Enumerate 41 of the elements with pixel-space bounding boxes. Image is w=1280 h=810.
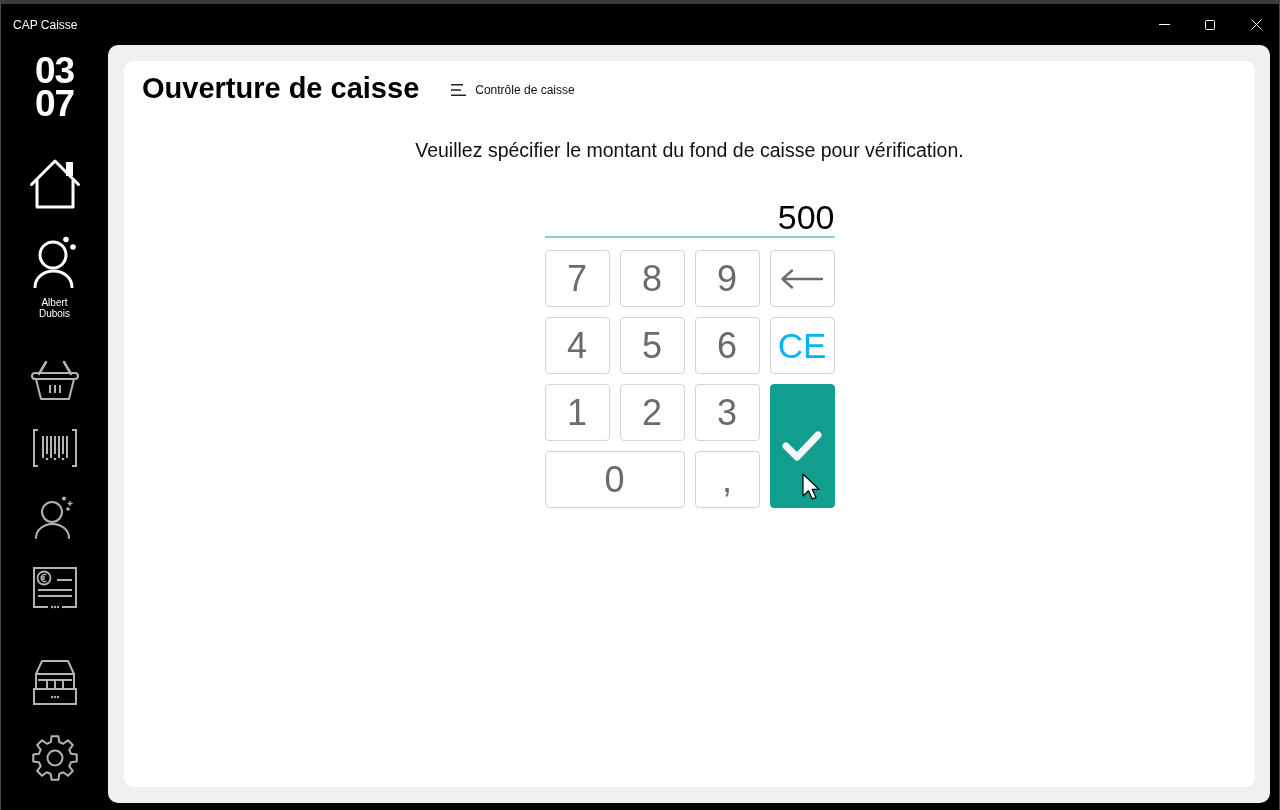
settings-icon [30, 734, 79, 782]
basket-button[interactable] [29, 359, 80, 401]
amount-field[interactable]: 500 [544, 198, 835, 238]
euro-document-icon [31, 566, 78, 610]
minimize-icon [1158, 24, 1170, 25]
digit-key[interactable]: 8 [619, 250, 685, 307]
clock-hours: 03 [34, 54, 75, 87]
maximize-icon [1205, 19, 1215, 30]
digit-key[interactable]: 2 [619, 384, 685, 441]
basket-icon [29, 359, 80, 401]
check-icon [782, 431, 822, 461]
house-icon [28, 157, 81, 209]
close-icon [1250, 19, 1262, 30]
statement-button[interactable] [31, 566, 78, 610]
digit-key[interactable]: 9 [694, 250, 760, 307]
window-title: CAP Caisse [13, 17, 78, 32]
user-button[interactable]: Albert Dubois [31, 236, 78, 319]
digit-key[interactable]: , [694, 451, 760, 508]
digit-key[interactable]: 3 [694, 384, 760, 441]
backspace-key[interactable] [769, 250, 835, 307]
clock-minutes: 07 [34, 87, 75, 120]
cash-drawer-button[interactable] [31, 659, 78, 707]
digit-key[interactable]: 5 [619, 317, 685, 374]
barcode-icon [30, 428, 79, 468]
menu-link[interactable]: Contrôle de caisse [451, 80, 575, 97]
cash-drawer-icon [31, 659, 78, 707]
backspace-arrow-icon [781, 268, 823, 289]
person-icon [31, 236, 78, 288]
mouse-pointer-icon [801, 473, 820, 500]
settings-button[interactable] [30, 734, 79, 782]
instruction-text: Veuillez spécifier le montant du fond de caisse pour vérification. [415, 138, 964, 162]
home-button[interactable] [28, 157, 81, 209]
menu-lines-icon [451, 83, 467, 96]
page-title: Ouverture de caisse [142, 71, 420, 106]
confirm-key[interactable] [769, 384, 835, 508]
digit-key[interactable]: 6 [694, 317, 760, 374]
digit-key[interactable]: 0 [544, 451, 685, 508]
digit-key[interactable]: 1 [544, 384, 610, 441]
digit-key[interactable]: 7 [544, 250, 610, 307]
barcode-button[interactable] [30, 428, 79, 468]
digit-key[interactable]: 4 [544, 317, 610, 374]
